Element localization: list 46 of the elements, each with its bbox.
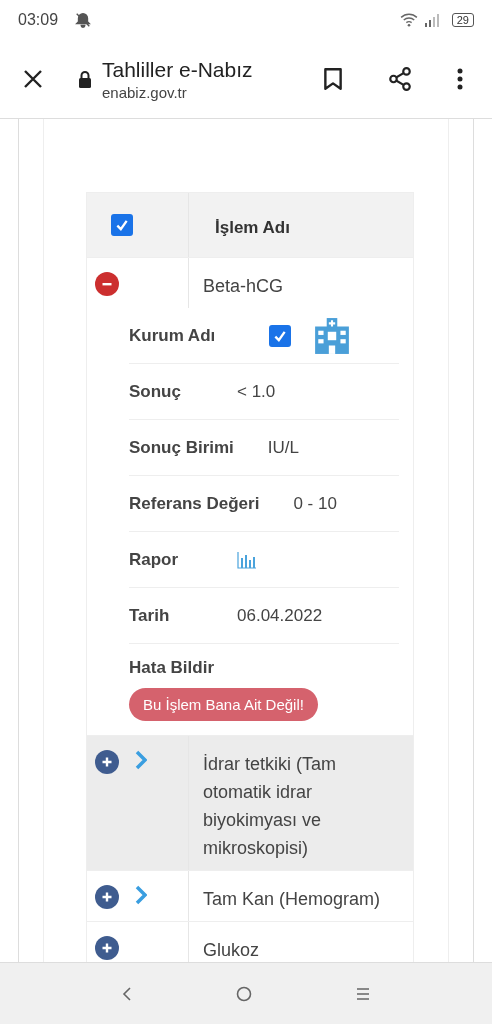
select-all-checkbox[interactable] bbox=[111, 214, 133, 236]
collapse-icon[interactable] bbox=[95, 272, 119, 296]
bookmark-icon[interactable] bbox=[323, 67, 343, 91]
muted-bell-icon bbox=[74, 11, 93, 29]
table-row[interactable]: Glukoz bbox=[87, 921, 413, 962]
field-label: Referans Değeri bbox=[129, 493, 260, 514]
field-value: IU/L bbox=[267, 437, 300, 458]
wifi-icon bbox=[399, 13, 418, 27]
report-error-button[interactable]: Bu İşlem Bana Ait Değil! bbox=[129, 688, 318, 721]
expand-icon[interactable] bbox=[95, 936, 119, 960]
test-name: Beta-hCG bbox=[203, 275, 284, 298]
checkmark-icon bbox=[115, 218, 129, 232]
signal-icon bbox=[423, 13, 440, 27]
column-header: İşlem Adı bbox=[215, 217, 290, 238]
test-name: Glukoz bbox=[203, 939, 260, 962]
field-label: Sonuç bbox=[129, 381, 182, 402]
field-label: Sonuç Birimi bbox=[129, 437, 234, 458]
share-icon[interactable] bbox=[387, 66, 413, 92]
more-menu-icon[interactable] bbox=[457, 68, 463, 90]
field-label: Tarih bbox=[129, 605, 171, 626]
home-nav-icon[interactable] bbox=[236, 985, 252, 1002]
page-url: enabiz.gov.tr bbox=[102, 83, 188, 101]
table-row[interactable]: Tam Kan (Hemogram) bbox=[87, 870, 413, 921]
test-name: İdrar tetkiki (Tam otomatik idrar biyokimyası ve mikroskopisi) bbox=[203, 753, 338, 860]
expand-icon[interactable] bbox=[95, 750, 119, 774]
institution-checkbox[interactable] bbox=[269, 324, 292, 347]
field-label: Rapor bbox=[129, 549, 180, 570]
page-title: Tahliller e-Nabız bbox=[102, 57, 254, 82]
menu-nav-icon[interactable] bbox=[356, 986, 370, 1001]
field-value: < 1.0 bbox=[237, 381, 276, 402]
lock-icon bbox=[78, 70, 92, 88]
field-value: 06.04.2022 bbox=[237, 605, 323, 626]
table-row[interactable]: Beta-hCG bbox=[87, 257, 413, 308]
field-label: Hata Bildir bbox=[129, 658, 215, 678]
field-label: Kurum Adı bbox=[129, 325, 216, 346]
bar-chart-icon[interactable] bbox=[237, 550, 257, 569]
field-value: 0 - 10 bbox=[293, 493, 337, 514]
status-time: 03:09 bbox=[18, 11, 59, 29]
table-row[interactable]: İdrar tetkiki (Tam otomatik idrar biyokimyası ve mikroskopisi) bbox=[87, 735, 413, 870]
close-icon[interactable] bbox=[23, 69, 43, 89]
expand-icon[interactable] bbox=[95, 885, 119, 909]
chevron-right-icon[interactable] bbox=[135, 885, 147, 905]
test-name: Tam Kan (Hemogram) bbox=[203, 888, 381, 911]
battery-indicator: 29 bbox=[451, 13, 474, 27]
hospital-building-icon[interactable] bbox=[313, 317, 352, 354]
back-nav-icon[interactable] bbox=[122, 985, 132, 1002]
